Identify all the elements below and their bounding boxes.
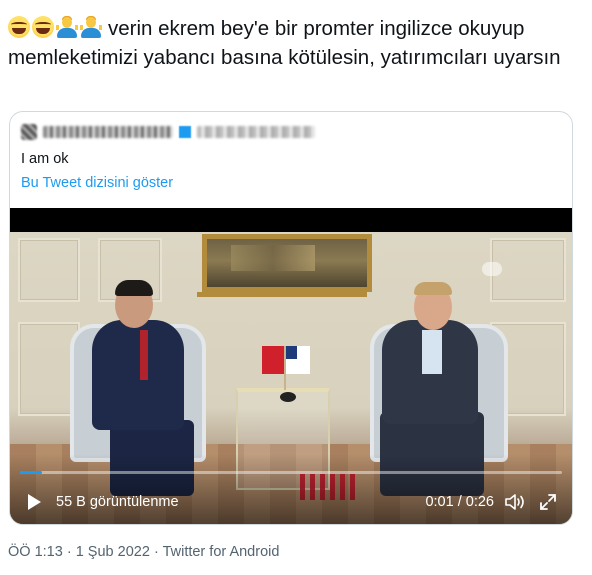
- quoted-tweet-author-blurred[interactable]: [21, 124, 361, 140]
- face-with-tears-of-joy-icon: [8, 16, 30, 38]
- tweet-metadata: ÖÖ 1:13 · 1 Şub 2022 · Twitter for Andro…: [8, 544, 279, 560]
- turkish-flag-icon: [262, 346, 284, 374]
- avatar[interactable]: [21, 124, 37, 140]
- verified-badge-icon: [179, 126, 191, 138]
- separator: ·: [66, 544, 72, 560]
- face-with-tears-of-joy-icon: [32, 16, 54, 38]
- play-icon: [28, 494, 41, 510]
- blurred-display-name: [43, 126, 173, 138]
- speaker-icon: [505, 494, 524, 510]
- separator: ·: [153, 544, 159, 560]
- video-time: 0:01 / 0:26: [425, 494, 494, 510]
- tweet-source-link[interactable]: Twitter for Android: [163, 544, 280, 560]
- person-shrugging-icon: [56, 16, 78, 38]
- painting: [197, 234, 372, 297]
- news-agency-logo-icon: [482, 262, 502, 276]
- view-count: 55 B görüntülenme: [56, 494, 179, 510]
- tweet-text: verin ekrem bey'e bir promter ingilizce …: [8, 14, 578, 72]
- quoted-tweet-card[interactable]: I am ok Bu Tweet dizisini göster 55 B gö…: [9, 111, 573, 525]
- expand-icon: [540, 494, 556, 510]
- person-shrugging-icon: [80, 16, 102, 38]
- show-thread-link[interactable]: Bu Tweet dizisini göster: [21, 175, 173, 191]
- blurred-handle: [197, 126, 315, 138]
- fullscreen-button[interactable]: [538, 492, 558, 512]
- video-progress-fill: [20, 471, 42, 474]
- quoted-tweet-text: I am ok: [21, 151, 69, 167]
- emoji-group: [8, 16, 102, 38]
- tweet-date-link[interactable]: 1 Şub 2022: [76, 544, 150, 560]
- tweet-time-link[interactable]: ÖÖ 1:13: [8, 544, 63, 560]
- video-progress-bar[interactable]: [20, 471, 562, 474]
- video-player[interactable]: 55 B görüntülenme 0:01 / 0:26: [10, 208, 572, 524]
- us-flag-icon: [286, 346, 310, 374]
- play-button[interactable]: [24, 492, 44, 512]
- volume-button[interactable]: [504, 492, 526, 512]
